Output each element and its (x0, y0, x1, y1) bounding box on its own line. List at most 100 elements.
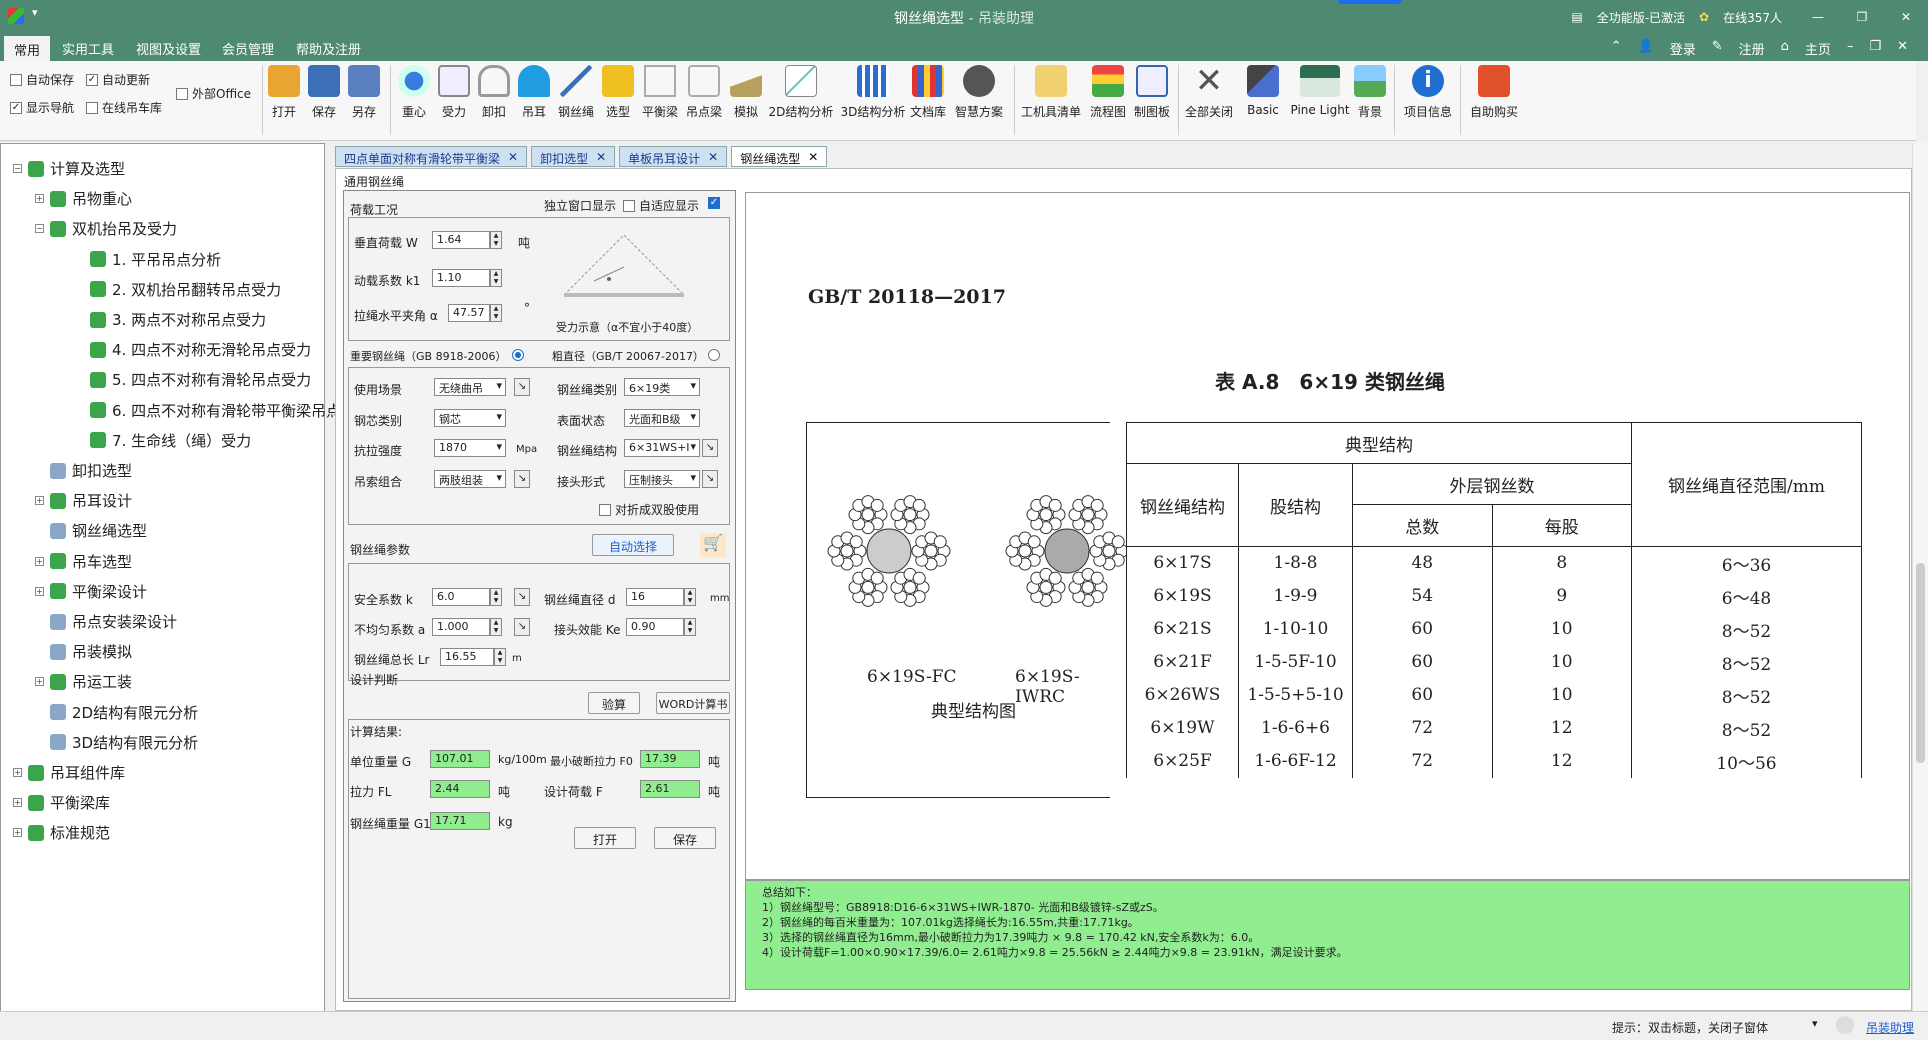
std1-radio[interactable] (512, 349, 524, 361)
lug-button[interactable]: 吊耳 (518, 65, 550, 120)
menu-home[interactable]: 常用 (4, 36, 51, 61)
tree-item[interactable]: 7. 生命线（绳）受力 (75, 430, 251, 451)
strength-select[interactable]: 1870 (434, 439, 506, 457)
autosave-checkbox[interactable]: 自动保存 (10, 71, 74, 88)
status-dropdown-icon[interactable]: ▾ (1812, 1017, 1818, 1030)
verify-button[interactable]: 验算 (588, 692, 640, 714)
structure-help-icon[interactable]: ↘ (702, 439, 718, 457)
tree-item[interactable]: 2. 双机抬吊翻转吊点受力 (75, 279, 281, 300)
results-open-button[interactable]: 打开 (574, 827, 636, 849)
close-all-button[interactable]: ✕ 全部关闭 (1182, 64, 1236, 120)
close-icon[interactable]: ✕ (808, 150, 818, 166)
tree-item[interactable]: 4. 四点不对称无滑轮吊点受力 (75, 339, 311, 360)
tool-list-button[interactable]: 工机具清单 (1020, 65, 1082, 120)
rope-type-select[interactable]: 6×19类 (624, 378, 700, 396)
tree-item[interactable]: 吊装模拟 (35, 641, 132, 662)
angle-spinner[interactable]: ▲ ▼ (490, 304, 502, 322)
tree-item[interactable]: 吊点安装梁设计 (35, 611, 177, 632)
cart-icon[interactable]: 🛒 (700, 533, 726, 557)
menu-tools[interactable]: 实用工具 (62, 39, 114, 58)
eff-input[interactable]: 0.90 (626, 618, 684, 636)
wire-rope-button[interactable]: 钢丝绳 (556, 65, 596, 120)
combo-select[interactable]: 两肢组装 (434, 470, 506, 488)
menu-help[interactable]: 帮助及注册 (296, 39, 361, 58)
uneven-spinner[interactable]: ▲ ▼ (490, 618, 502, 636)
force-button[interactable]: 受力 (438, 65, 470, 120)
show-nav-checkbox[interactable]: ✓ 显示导航 (10, 99, 74, 116)
tree-item[interactable]: − 双机抬吊及受力 (35, 218, 177, 239)
joint-select[interactable]: 压制接头 (624, 470, 700, 488)
angle-input[interactable]: 47.57 (448, 304, 490, 322)
structure-select[interactable]: 6×31WS+I (624, 439, 700, 457)
theme-basic-button[interactable]: Basic (1240, 65, 1286, 117)
length-spinner[interactable]: ▲ ▼ (494, 648, 506, 666)
uneven-help-icon[interactable]: ↘ (514, 618, 530, 636)
menu-member[interactable]: 会员管理 (222, 39, 274, 58)
status-link[interactable]: 吊装助理 (1866, 1019, 1914, 1036)
smart-plan-button[interactable]: 智慧方案 (952, 65, 1006, 120)
tree-item[interactable]: 钢丝绳选型 (35, 520, 147, 541)
center-gravity-button[interactable]: 重心 (398, 65, 430, 120)
expand-toggle-icon[interactable]: + (13, 768, 22, 777)
uneven-input[interactable]: 1.000 (432, 618, 490, 636)
shackle-button[interactable]: 卸扣 (478, 65, 510, 120)
mdi-minimize-button[interactable]: – (1847, 39, 1854, 58)
expand-toggle-icon[interactable]: + (13, 828, 22, 838)
usage-select[interactable]: 无绕曲吊 (434, 378, 506, 396)
close-icon[interactable]: ✕ (508, 150, 518, 166)
online-crane-checkbox[interactable]: 在线吊车库 (86, 99, 162, 116)
safety-input[interactable]: 6.0 (432, 588, 490, 606)
joint-help-icon[interactable]: ↘ (702, 470, 718, 488)
length-input[interactable]: 16.55 (440, 648, 494, 666)
tree-item[interactable]: + 吊耳组件库 (13, 762, 125, 783)
open-button[interactable]: 打开 (268, 65, 300, 120)
project-info-button[interactable]: i 项目信息 (1400, 65, 1456, 120)
results-save-button[interactable]: 保存 (654, 827, 716, 849)
2d-analysis-button[interactable]: 2D结构分析 (766, 65, 836, 120)
safety-spinner[interactable]: ▲ ▼ (490, 588, 502, 606)
drawing-board-button[interactable]: 制图板 (1130, 65, 1174, 120)
saveas-button[interactable]: 另存 (348, 65, 380, 120)
scroll-thumb[interactable] (1916, 563, 1925, 763)
word-report-button[interactable]: WORD计算书 (656, 692, 730, 714)
tree-item[interactable]: + 标准规范 (13, 822, 110, 843)
theme-pine-button[interactable]: Pine Light (1290, 65, 1350, 117)
usage-help-icon[interactable]: ↘ (514, 378, 530, 396)
tree-item[interactable]: 3. 两点不对称吊点受力 (75, 309, 266, 330)
adaptive-checkbox-2[interactable]: ✓ (708, 197, 720, 209)
close-icon[interactable]: ✕ (708, 150, 718, 166)
mdi-close-button[interactable]: ✕ (1897, 39, 1908, 58)
diameter-input[interactable]: 16 (626, 588, 684, 606)
external-office-checkbox[interactable]: 外部Office (176, 85, 251, 102)
maximize-button[interactable]: ❐ (1840, 10, 1884, 24)
self-purchase-button[interactable]: 自助购买 (1466, 65, 1522, 120)
tab-balance-beam[interactable]: 四点单面对称有滑轮带平衡梁 ✕ (335, 146, 528, 167)
tree-item[interactable]: + 吊物重心 (35, 188, 132, 209)
auto-select-button[interactable]: 自动选择 (592, 534, 674, 556)
eff-spinner[interactable]: ▲ ▼ (684, 618, 696, 636)
tree-item[interactable]: 卸扣选型 (35, 460, 132, 481)
vertical-load-input[interactable]: 1.64 (432, 231, 490, 249)
tree-item[interactable]: 6. 四点不对称有滑轮带平衡梁吊点 (75, 400, 341, 421)
select-button[interactable]: 选型 (602, 65, 634, 120)
vertical-load-spinner[interactable]: ▲ ▼ (490, 231, 502, 249)
simulate-button[interactable]: 模拟 (730, 65, 762, 120)
save-button[interactable]: 保存 (308, 65, 340, 120)
combo-help-icon[interactable]: ↘ (514, 470, 530, 488)
mdi-restore-button[interactable]: ❐ (1869, 39, 1881, 58)
tree-item[interactable]: − 计算及选型 (13, 158, 125, 179)
surface-select[interactable]: 光面和B级 (624, 409, 700, 427)
diameter-spinner[interactable]: ▲ ▼ (684, 588, 696, 606)
tree-item[interactable]: 1. 平吊吊点分析 (75, 249, 221, 270)
tab-wire-rope[interactable]: 钢丝绳选型 ✕ (731, 146, 828, 167)
lifting-beam-button[interactable]: 吊点梁 (684, 65, 724, 120)
expand-toggle-icon[interactable]: + (13, 798, 22, 808)
expand-toggle-icon[interactable]: − (13, 164, 22, 173)
3d-analysis-button[interactable]: 3D结构分析 (838, 65, 908, 120)
std2-radio[interactable] (708, 349, 720, 361)
safety-help-icon[interactable]: ↘ (514, 588, 530, 606)
tree-item[interactable]: + 平衡梁设计 (35, 581, 147, 602)
minimize-button[interactable]: — (1796, 10, 1840, 24)
register-link[interactable]: 注册 (1739, 39, 1765, 58)
flowchart-button[interactable]: 流程图 (1086, 65, 1130, 120)
